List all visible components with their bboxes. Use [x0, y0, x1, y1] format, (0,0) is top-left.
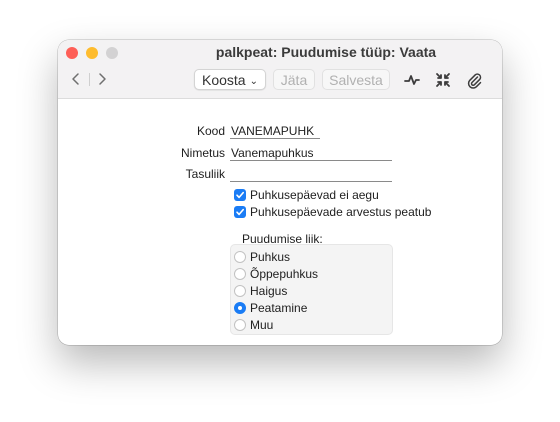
- radio-puhkus[interactable]: [234, 251, 246, 263]
- salvesta-button[interactable]: Salvesta: [322, 69, 390, 90]
- checkmark-icon: [236, 208, 244, 216]
- radio-oppepuhkus-label: Õppepuhkus: [250, 267, 319, 281]
- radio-haigus[interactable]: [234, 285, 246, 297]
- tasuliik-label: Tasuliik: [185, 167, 225, 181]
- puhkusepaevad-ei-aegu-label: Puhkusepäevad ei aegu: [250, 188, 379, 202]
- back-button[interactable]: [68, 70, 84, 88]
- radio-puhkus-label: Puhkus: [250, 250, 291, 264]
- chevron-right-icon: [99, 73, 106, 85]
- shrink-icon[interactable]: [434, 71, 452, 89]
- activity-icon[interactable]: [403, 71, 421, 89]
- jata-button[interactable]: Jäta: [273, 69, 315, 90]
- radio-haigus-label: Haigus: [250, 284, 288, 298]
- toolbar: palkpeat: Puudumise tüüp: Vaata Koosta ⌄ …: [58, 40, 502, 99]
- paperclip-icon[interactable]: [465, 71, 483, 89]
- checkmark-icon: [236, 191, 244, 199]
- nimetus-field[interactable]: Vanemapuhkus: [230, 145, 392, 161]
- forward-button[interactable]: [94, 70, 110, 88]
- arvestus-peatub-label: Puhkusepäevade arvestus peatub: [250, 205, 432, 219]
- kood-label: Kood: [196, 124, 225, 138]
- koosta-button[interactable]: Koosta ⌄: [194, 69, 266, 90]
- kood-field[interactable]: VANEMAPUHK: [230, 123, 320, 139]
- chevron-left-icon: [72, 73, 79, 85]
- arvestus-peatub-checkbox[interactable]: [234, 206, 246, 218]
- nimetus-label: Nimetus: [180, 146, 225, 160]
- radio-oppepuhkus[interactable]: [234, 268, 246, 280]
- radio-muu-label: Muu: [250, 318, 274, 332]
- radio-peatamine-label: Peatamine: [250, 301, 308, 315]
- koosta-label: Koosta: [202, 72, 246, 88]
- radio-peatamine[interactable]: [234, 302, 246, 314]
- app-window: palkpeat: Puudumise tüüp: Vaata Koosta ⌄ …: [58, 40, 502, 345]
- tasuliik-field[interactable]: [230, 166, 392, 182]
- window-title: palkpeat: Puudumise tüüp: Vaata: [215, 44, 437, 60]
- radio-muu[interactable]: [234, 319, 246, 331]
- chevron-down-icon: ⌄: [249, 76, 258, 87]
- puhkusepaevad-ei-aegu-checkbox[interactable]: [234, 189, 246, 201]
- nav-separator: [89, 73, 90, 86]
